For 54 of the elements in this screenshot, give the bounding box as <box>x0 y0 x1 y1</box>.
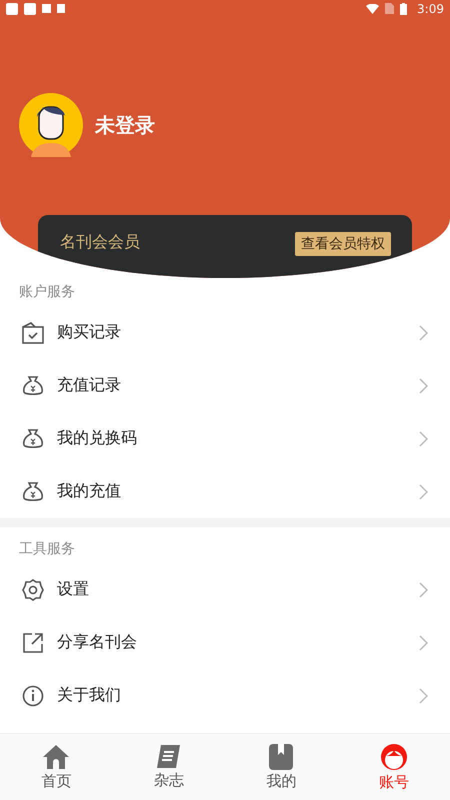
info-icon <box>22 684 44 706</box>
menu-item[interactable]: 我的充值 <box>0 465 450 518</box>
menu-item[interactable]: 关于我们 <box>0 669 450 722</box>
battery-icon <box>400 2 408 15</box>
menu-label: 设置 <box>57 579 90 600</box>
money-bag-icon <box>22 374 44 396</box>
nav-tab[interactable]: 账号 <box>338 734 450 800</box>
member-benefits-button[interactable]: 查看会员特权 <box>295 232 391 256</box>
menu-item[interactable]: 设置 <box>0 563 450 616</box>
tab-label: 杂志 <box>154 771 184 790</box>
section-title: 账户服务 <box>18 283 76 302</box>
no-sim-icon <box>385 3 394 14</box>
nav-tab[interactable]: 杂志 <box>112 734 225 800</box>
login-status[interactable]: 未登录 <box>95 112 155 139</box>
chevron-icon <box>419 324 428 340</box>
chevron-icon <box>419 484 428 500</box>
menu-label: 关于我们 <box>57 685 122 706</box>
app-notification-icon <box>24 2 36 15</box>
tab-label: 首页 <box>41 772 72 790</box>
account-icon <box>380 742 408 770</box>
membership-title: 名刊会会员 <box>60 232 140 254</box>
document-icon <box>57 4 65 14</box>
tab-label: 账号 <box>378 772 409 792</box>
section-title: 工具服务 <box>18 540 76 559</box>
bookmark-book-icon <box>269 744 294 770</box>
chevron-icon <box>419 582 428 598</box>
menu-label: 分享名刊会 <box>57 632 138 653</box>
share-icon <box>22 632 44 654</box>
tab-label: 我的 <box>266 772 296 790</box>
menu-label: 我的充值 <box>57 481 122 502</box>
image-icon <box>42 4 51 14</box>
home-icon <box>42 744 70 770</box>
money-bag-icon <box>22 480 44 502</box>
app-notification-icon <box>6 2 18 15</box>
menu-item[interactable]: 我的兑换码 <box>0 412 450 465</box>
settings-icon <box>22 578 44 600</box>
chevron-icon <box>419 688 428 704</box>
money-bag-icon <box>22 428 44 450</box>
wifi-icon <box>366 4 380 14</box>
nav-tab[interactable]: 我的 <box>225 734 338 800</box>
avatar[interactable] <box>19 93 83 158</box>
menu-item[interactable]: 购买记录 <box>0 306 450 359</box>
menu-label: 购买记录 <box>57 322 122 343</box>
receipt-box-icon <box>22 322 44 344</box>
chevron-icon <box>419 634 428 650</box>
menu-item[interactable]: 充值记录 <box>0 359 450 412</box>
menu-label: 充值记录 <box>57 375 122 396</box>
menu-item[interactable]: 分享名刊会 <box>0 616 450 669</box>
status-time: 3:09 <box>417 2 444 16</box>
chevron-icon <box>419 378 428 394</box>
menu-label: 我的兑换码 <box>57 428 138 449</box>
nav-tab[interactable]: 首页 <box>0 734 112 800</box>
chevron-icon <box>419 430 428 446</box>
magazine-icon <box>156 744 182 769</box>
